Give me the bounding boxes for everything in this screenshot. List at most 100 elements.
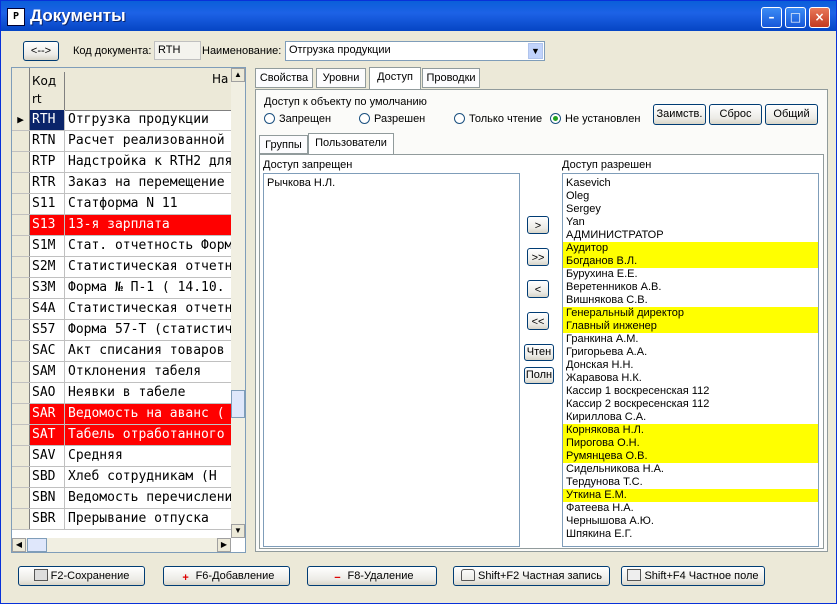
list-item[interactable]: Пирогова О.Н. (563, 437, 818, 450)
read-access-button[interactable]: Чтен (524, 344, 554, 361)
list-item[interactable]: Чернышова А.Ю. (563, 515, 818, 528)
minimize-button[interactable]: – (761, 7, 782, 28)
horizontal-scrollbar[interactable]: ◀ ▶ (12, 538, 231, 552)
row-code[interactable]: RTH (30, 110, 65, 130)
row-marker[interactable] (12, 299, 30, 319)
full-access-button[interactable]: Полн (524, 367, 554, 384)
grid-header-name[interactable]: На (212, 72, 228, 86)
hscroll-thumb[interactable] (27, 538, 47, 552)
scroll-left-icon[interactable]: ◀ (12, 538, 26, 552)
swap-button[interactable]: <--> (23, 41, 59, 61)
list-item[interactable]: Фатеева Н.А. (563, 502, 818, 515)
row-marker[interactable] (12, 173, 30, 193)
radio-not-set-dot[interactable] (550, 113, 561, 124)
row-marker[interactable] (12, 425, 30, 445)
name-select[interactable]: Отгрузка продукции (285, 41, 545, 61)
common-button[interactable]: Общий (765, 104, 818, 125)
row-code[interactable]: SAO (30, 383, 65, 403)
table-row[interactable]: S3M Форма № П-1 ( 14.10. (12, 278, 232, 299)
move-right-button[interactable]: > (527, 216, 549, 234)
table-row[interactable]: SAO Неявки в табеле (12, 383, 232, 404)
row-name[interactable]: Ведомость перечислени (68, 488, 232, 508)
allowed-list[interactable]: Kasevich Oleg Sergey Yan АДМИНИСТРАТОР Аудито… (562, 173, 819, 547)
row-name[interactable]: Надстройка к RTH2 для (68, 152, 232, 172)
radio-readonly[interactable]: Только чтение (454, 113, 542, 125)
row-name[interactable]: 13-я зарплата (68, 215, 232, 235)
list-item[interactable]: Генеральный директор (563, 307, 818, 320)
list-item[interactable]: Рычкова Н.Л. (264, 177, 519, 190)
list-item[interactable]: Кириллова С.А. (563, 411, 818, 424)
row-marker[interactable] (12, 509, 30, 529)
vertical-scrollbar[interactable]: ▲ ▼ (231, 68, 245, 538)
list-item[interactable]: Тердунова Т.С. (563, 476, 818, 489)
list-item[interactable]: Гранкина А.М. (563, 333, 818, 346)
row-marker[interactable]: ▶ (12, 110, 30, 130)
scroll-up-icon[interactable]: ▲ (231, 68, 245, 82)
row-code[interactable]: SAC (30, 341, 65, 361)
scroll-thumb[interactable] (231, 390, 245, 418)
table-row[interactable]: RTN Расчет реализованной (12, 131, 232, 152)
scroll-right-icon[interactable]: ▶ (217, 538, 231, 552)
row-code[interactable]: SBD (30, 467, 65, 487)
borrow-button[interactable]: Заимств. (653, 104, 706, 125)
table-row[interactable]: S1M Стат. отчетность Форма (12, 236, 232, 257)
scroll-down-icon[interactable]: ▼ (231, 524, 245, 538)
row-name[interactable]: Статистическая отчетн (68, 257, 232, 277)
table-row[interactable]: S57 Форма 57-Т (статистич (12, 320, 232, 341)
tab-levels[interactable]: Уровни (316, 68, 366, 88)
list-item[interactable]: Вишнякова С.В. (563, 294, 818, 307)
table-row[interactable]: SBN Ведомость перечислени (12, 488, 232, 509)
row-code[interactable]: SAV (30, 446, 65, 466)
row-code[interactable]: S13 (30, 215, 65, 235)
move-all-left-button[interactable]: << (527, 312, 549, 330)
row-marker[interactable] (12, 152, 30, 172)
tab-postings[interactable]: Проводки (422, 68, 480, 88)
row-marker[interactable] (12, 194, 30, 214)
row-marker[interactable] (12, 404, 30, 424)
list-item[interactable]: Уткина Е.М. (563, 489, 818, 502)
grid-header-code[interactable]: Код rt (30, 72, 65, 110)
list-item[interactable]: Григорьева А.А. (563, 346, 818, 359)
radio-allowed-dot[interactable] (359, 113, 370, 124)
row-name[interactable]: Отклонения табеля (68, 362, 232, 382)
row-name[interactable]: Средняя (68, 446, 232, 466)
table-row[interactable]: S11 Статформа N 11 (12, 194, 232, 215)
row-name[interactable]: Стат. отчетность Форма (68, 236, 232, 256)
list-item[interactable]: Шпякина Е.Г. (563, 528, 818, 541)
delete-button[interactable]: − F8-Удаление (307, 566, 437, 586)
row-name[interactable]: Статформа N 11 (68, 194, 232, 214)
list-item[interactable]: Sergey (563, 203, 818, 216)
row-code[interactable]: S4A (30, 299, 65, 319)
code-field[interactable]: RTH (154, 41, 201, 60)
row-code[interactable]: RTP (30, 152, 65, 172)
row-marker[interactable] (12, 215, 30, 235)
row-marker[interactable] (12, 257, 30, 277)
list-item[interactable]: Kasevich (563, 177, 818, 190)
table-row[interactable]: ▶ RTH Отгрузка продукции (12, 110, 232, 131)
title-bar[interactable]: P Документы – □ × (1, 1, 836, 31)
row-code[interactable]: RTR (30, 173, 65, 193)
move-left-button[interactable]: < (527, 280, 549, 298)
row-name[interactable]: Статистическая отчетн (68, 299, 232, 319)
tab-properties[interactable]: Свойства (255, 68, 313, 88)
row-marker[interactable] (12, 446, 30, 466)
list-item[interactable]: Главный инженер (563, 320, 818, 333)
list-item[interactable]: Жаравова Н.К. (563, 372, 818, 385)
list-item[interactable]: Сидельникова Н.А. (563, 463, 818, 476)
table-row[interactable]: SAM Отклонения табеля (12, 362, 232, 383)
save-button[interactable]: F2-Сохранение (18, 566, 145, 586)
row-marker[interactable] (12, 341, 30, 361)
table-row[interactable]: SAT Табель отработанного (12, 425, 232, 446)
list-item[interactable]: АДМИНИСТРАТОР (563, 229, 818, 242)
list-item[interactable]: Oleg (563, 190, 818, 203)
row-marker[interactable] (12, 278, 30, 298)
add-button[interactable]: + F6-Добавление (163, 566, 290, 586)
row-code[interactable]: SAR (30, 404, 65, 424)
row-name[interactable]: Форма № П-1 ( 14.10. (68, 278, 232, 298)
private-record-button[interactable]: Shift+F2 Частная запись (453, 566, 610, 586)
list-item[interactable]: Кассир 1 воскресенская 112 (563, 385, 818, 398)
table-row[interactable]: RTP Надстройка к RTH2 для (12, 152, 232, 173)
list-item[interactable]: Богданов В.Л. (563, 255, 818, 268)
row-name[interactable]: Акт списания товаров (68, 341, 232, 361)
radio-readonly-dot[interactable] (454, 113, 465, 124)
